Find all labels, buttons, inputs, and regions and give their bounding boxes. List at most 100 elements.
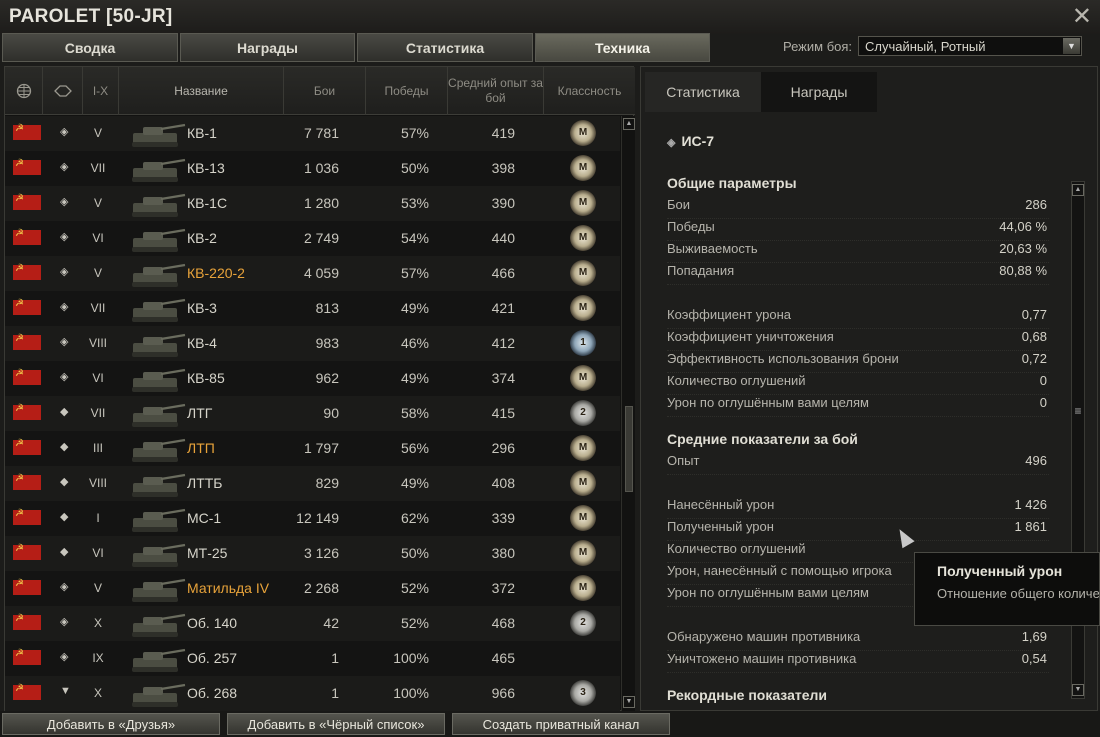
scroll-thumb[interactable] (625, 406, 633, 492)
scroll-up-icon[interactable]: ▲ (623, 118, 635, 130)
table-row[interactable]: ◈ VII КВ-13 1 036 50% 398 M (5, 151, 620, 186)
nation-column-header[interactable] (5, 67, 43, 115)
table-row[interactable]: ◈ VIII КВ-4 983 46% 412 1 (5, 326, 620, 361)
close-icon[interactable]: ✕ (1072, 2, 1092, 31)
add-blacklist-button[interactable]: Добавить в «Чёрный список» (227, 713, 445, 735)
tier-column-header[interactable]: I-X (83, 67, 119, 115)
light-tank-icon: ◆ (60, 546, 69, 558)
tank-icon (132, 123, 186, 147)
vehicle-name: КВ-4 (187, 335, 217, 351)
table-row[interactable]: ◈ VI КВ-85 962 49% 374 M (5, 361, 620, 396)
scroll-up-icon[interactable]: ▲ (1072, 184, 1084, 196)
table-row[interactable]: ◆ VI МТ-25 3 126 50% 380 M (5, 536, 620, 571)
heavy-tank-icon: ◈ (667, 137, 676, 149)
table-header: I-X Название Бои Победы Средний опыт за … (5, 67, 635, 115)
private-channel-button[interactable]: Создать приватный канал (452, 713, 670, 735)
stat-row: Коэффициент урона 0,77 (667, 307, 1049, 329)
window-title: PAROLET [50-JR] (9, 6, 173, 27)
battles-cell: 1 280 (303, 195, 339, 211)
scroll-down-icon[interactable]: ▼ (1072, 684, 1084, 696)
records-title: Рекордные показатели (667, 687, 828, 703)
mastery-column-header[interactable]: Классность (544, 67, 635, 115)
mastery-badge-icon: 2 (570, 610, 596, 636)
table-row[interactable]: ◈ X Об. 140 42 52% 468 2 (5, 606, 620, 641)
table-scrollbar[interactable]: ▲ ▼ (621, 116, 635, 712)
battle-mode-select[interactable]: Случайный, Ротный ▼ (858, 36, 1082, 56)
name-column-header[interactable]: Название (119, 67, 284, 115)
ussr-flag-icon (13, 578, 41, 595)
table-row[interactable]: ◆ III ЛТП 1 797 56% 296 M (5, 431, 620, 466)
stat-label: Коэффициент урона (667, 307, 791, 322)
mastery-badge-icon: M (570, 470, 596, 496)
table-row[interactable]: ◈ VII КВ-3 813 49% 421 M (5, 291, 620, 326)
stat-row: Уничтожено машин противника 0,54 (667, 651, 1049, 673)
avg-xp-cell: 440 (491, 230, 515, 246)
stat-row: Выживаемость 20,63 % (667, 241, 1049, 263)
scroll-down-icon[interactable]: ▼ (623, 696, 635, 708)
selected-vehicle-name: ИС-7 (681, 133, 715, 149)
table-row[interactable]: ◈ V КВ-220-2 4 059 57% 466 M (5, 256, 620, 291)
mastery-badge-icon: M (570, 435, 596, 461)
battles-cell: 829 (315, 475, 339, 491)
table-row[interactable]: ◈ V Матильда IV 2 268 52% 372 M (5, 571, 620, 606)
mastery-badge-icon: M (570, 575, 596, 601)
table-row[interactable]: ◈ VI КВ-2 2 749 54% 440 M (5, 221, 620, 256)
tier-cell: X (93, 686, 102, 700)
table-row[interactable]: ▼ X Об. 268 1 100% 966 3 (5, 676, 620, 711)
detail-tab-statistics[interactable]: Статистика (645, 72, 761, 112)
globe-icon (16, 83, 31, 99)
tier-cell: VII (90, 301, 106, 315)
battles-cell: 90 (323, 405, 339, 421)
tank-icon (132, 158, 186, 182)
tank-icon (132, 368, 186, 392)
vehicle-name: КВ-3 (187, 300, 217, 316)
table-row[interactable]: ◈ V КВ-1 7 781 57% 419 M (5, 116, 620, 151)
battles-column-header[interactable]: Бои (284, 67, 366, 115)
mastery-badge-icon: M (570, 295, 596, 321)
heavy-tank-icon: ◈ (60, 651, 69, 663)
scroll-grip-icon[interactable]: ≡ (1072, 405, 1084, 418)
tab-vehicles[interactable]: Техника (535, 33, 710, 62)
chevron-down-icon[interactable]: ▼ (1063, 38, 1080, 54)
tab-statistics[interactable]: Статистика (357, 33, 533, 62)
vehicle-name: ЛТГ (187, 405, 213, 421)
detail-tab-awards[interactable]: Награды (761, 72, 877, 112)
mastery-badge-icon: M (570, 120, 596, 146)
tier-cell: I (96, 511, 100, 525)
heavy-tank-icon: ◈ (60, 336, 69, 348)
wins-column-header[interactable]: Победы (366, 67, 448, 115)
tier-cell: VI (92, 231, 104, 245)
vehicle-name: КВ-85 (187, 370, 225, 386)
stat-label: Урон по оглушённым вами целям (667, 585, 869, 600)
battles-cell: 42 (323, 615, 339, 631)
tier-cell: V (93, 581, 102, 595)
stat-label: Количество оглушений (667, 373, 806, 388)
avg-xp-cell: 374 (491, 370, 515, 386)
type-column-header[interactable] (43, 67, 83, 115)
table-row[interactable]: ◈ IX Об. 257 1 100% 465 (5, 641, 620, 676)
table-row[interactable]: ◆ I МС-1 12 149 62% 339 M (5, 501, 620, 536)
stat-row: Коэффициент уничтожения 0,68 (667, 329, 1049, 351)
vehicle-name: ЛТТБ (187, 475, 223, 491)
ussr-flag-icon (13, 228, 41, 245)
stat-row: Бои 286 (667, 197, 1049, 219)
battles-cell: 1 (331, 650, 339, 666)
tier-cell: III (92, 441, 103, 455)
ussr-flag-icon (13, 193, 41, 210)
avg-xp-cell: 466 (491, 265, 515, 281)
table-row[interactable]: ◆ VII ЛТГ 90 58% 415 2 (5, 396, 620, 431)
wins-cell: 58% (400, 405, 429, 421)
wins-cell: 100% (393, 650, 429, 666)
table-row[interactable]: ◈ V КВ-1С 1 280 53% 390 M (5, 186, 620, 221)
battles-cell: 1 (331, 685, 339, 701)
avg-xp-column-header[interactable]: Средний опыт за бой (448, 67, 544, 115)
add-friend-button[interactable]: Добавить в «Друзья» (2, 713, 220, 735)
stat-label: Обнаружено машин противника (667, 629, 861, 644)
table-row[interactable]: ◆ VIII ЛТТБ 829 49% 408 M (5, 466, 620, 501)
tab-awards[interactable]: Награды (180, 33, 355, 62)
avg-xp-cell: 296 (491, 440, 515, 456)
stat-value: 1,69 (1021, 629, 1047, 644)
ussr-flag-icon (13, 298, 41, 315)
tab-summary[interactable]: Сводка (2, 33, 178, 62)
avg-xp-cell: 398 (491, 160, 515, 176)
